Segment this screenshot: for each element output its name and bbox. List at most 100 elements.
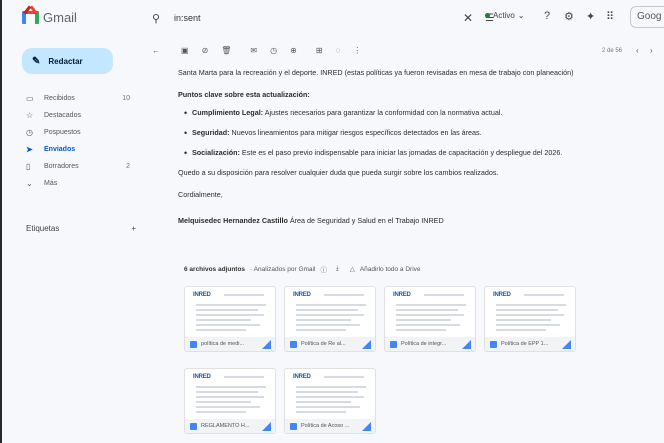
pencil-icon: ✎ [32,55,41,67]
attachment-card[interactable]: INRED Política de Re al... [284,286,376,352]
signature: Melquisedec Hernandez Castillo Área de S… [178,216,658,226]
app-name: Gmail [43,10,77,25]
attachment-logo: INRED [293,374,311,380]
doc-icon [490,340,497,348]
sidebar-item-label: Destacados [44,112,81,119]
send-icon: ➤ [26,145,33,154]
next-icon[interactable]: › [650,46,653,55]
attachment-name: política de medi... [201,341,245,347]
sidebar-item-recibidos[interactable]: ▭ Recibidos 10 [20,90,140,107]
attachment-preview: INRED [290,372,370,418]
docs-corner-icon [562,340,571,349]
search-input[interactable]: in:sent [174,13,463,23]
back-arrow-icon[interactable]: ← [152,46,160,55]
attachment-preview: INRED [190,290,270,336]
list-item: Cumplimiento Legal: Ajustes necesarios p… [184,108,658,118]
message-toolbar: ← ▣ ⊘ 🗑 ✉ ◷ ⊕ ⊞ ◌ ⋮ 2 de 56 ‹ › [152,46,662,55]
sidebar-item-label: Enviados [44,146,76,153]
doc-icon [290,422,297,430]
sidebar-item-count: 10 [122,95,130,102]
bullet-title: Seguridad: [192,128,230,137]
docs-corner-icon [462,340,471,349]
labels-section: Etiquetas + [26,224,136,233]
clock-icon: ◷ [26,128,33,137]
add-to-drive-link[interactable]: Añadirlo todo a Drive [360,266,421,273]
drive-icon[interactable]: △ [350,265,355,273]
compose-button[interactable]: ✎ Redactar [22,48,113,74]
more-options-icon[interactable]: ⋮ [353,46,361,55]
prev-icon[interactable]: ‹ [636,46,639,55]
sidebar-item-destacados[interactable]: ☆ Destacados [20,107,140,124]
attachment-card[interactable]: INRED Política de Acoso ... [284,368,376,434]
search-bar[interactable]: ⚲ in:sent ✕ ☰ [142,6,494,30]
attachment-card[interactable]: INRED Política de integr... [384,286,476,352]
attachment-card[interactable]: INRED política de medi... [184,286,276,352]
chevron-down-icon: ⌄ [26,179,33,188]
sidebar-item-borradores[interactable]: ▯ Borradores 2 [20,158,140,175]
sidebar-item-label: Recibidos [44,95,75,102]
doc-icon [190,340,197,348]
compose-label: Redactar [48,56,83,66]
attachments-header: 6 archivos adjuntos · Analizados por Gma… [184,264,421,274]
download-all-icon[interactable]: ⤓ [336,265,339,273]
message-body: Santa Marta para la recreación y el depo… [178,68,658,226]
search-icon[interactable]: ⚲ [152,12,168,25]
attachments-scan-label: · Analizados por Gmail [250,265,316,273]
attachment-name: Política de EPP 1... [501,341,549,347]
attachment-name: Política de Re al... [301,341,346,347]
gmail-m-icon [22,11,39,24]
attachment-card[interactable]: INRED Política de EPP 1... [484,286,576,352]
bullet-title: Socialización: [192,148,240,157]
intro-paragraph: Santa Marta para la recreación y el depo… [178,68,574,77]
help-icon[interactable]: ? [544,10,550,22]
greeting: Cordialmente, [178,190,223,199]
attachment-name: Política de integr... [401,341,447,347]
add-label-button[interactable]: + [131,224,136,233]
attachment-logo: INRED [393,292,411,298]
attachments-count: 6 archivos adjuntos [184,265,246,273]
move-to-icon[interactable]: ⊞ [316,46,323,55]
mark-unread-icon[interactable]: ✉ [250,46,257,55]
bullet-text: Ajustes necesarios para garantizar la co… [263,108,503,117]
sidebar-item-pospuestos[interactable]: ◷ Pospuestos [20,124,140,141]
info-icon[interactable]: ⓘ [320,264,327,274]
draft-icon: ▯ [26,162,31,171]
attachment-preview: INRED [190,372,270,418]
list-item: Socialización: Este es el paso previo in… [184,148,658,158]
snooze-icon[interactable]: ◷ [270,46,277,55]
chevron-down-icon: ⌄ [517,11,525,20]
key-points-heading: Puntos clave sobre esta actualización: [178,90,310,99]
labels-title: Etiquetas [26,224,60,233]
sidebar-item-label: Borradores [44,163,79,170]
add-task-icon[interactable]: ⊕ [290,46,297,55]
sidebar-item-count: 2 [126,163,130,170]
docs-corner-icon [362,340,371,349]
report-spam-icon[interactable]: ⊘ [202,46,209,55]
doc-icon [190,422,197,430]
gmail-logo[interactable]: Gmail [22,10,77,25]
attachment-logo: INRED [193,292,211,298]
sidebar-item-enviados[interactable]: ➤ Enviados [20,141,140,158]
bullet-title: Cumplimiento Legal: [192,108,264,117]
bullet-text: Nuevos lineamientos para mitigar riesgos… [229,128,482,137]
delete-icon[interactable]: 🗑 [221,46,231,55]
star-icon: ☆ [26,111,34,120]
account-button[interactable]: Goog [630,6,664,28]
label-icon[interactable]: ◌ [336,46,341,55]
docs-corner-icon [262,422,271,431]
status-indicator[interactable]: Activo ⌄ [485,11,525,20]
attachment-preview: INRED [290,290,370,336]
attachment-card[interactable]: INRED REGLAMENTO H... [184,368,276,434]
sidebar-nav: ▭ Recibidos 10 ☆ Destacados ◷ Pospuestos ➤ Envia… [20,90,140,192]
gemini-icon[interactable]: ✦ [586,10,595,23]
clear-search-icon[interactable]: ✕ [463,11,473,25]
docs-corner-icon [262,340,271,349]
doc-icon [390,340,397,348]
sidebar-item-más[interactable]: ⌄ Más [20,175,140,192]
message-view: ← ▣ ⊘ 🗑 ✉ ◷ ⊕ ⊞ ◌ ⋮ 2 de 56 ‹ › Santa Ma… [144,40,664,443]
apps-grid-icon[interactable]: ⠿ [606,10,614,23]
attachment-logo: INRED [193,374,211,380]
settings-icon[interactable]: ⚙ [564,10,574,23]
archive-icon[interactable]: ▣ [181,46,189,55]
top-bar: Gmail ⚲ in:sent ✕ ☰ Activo ⌄ ? ⚙ ✦ ⠿ Goo… [2,0,664,36]
